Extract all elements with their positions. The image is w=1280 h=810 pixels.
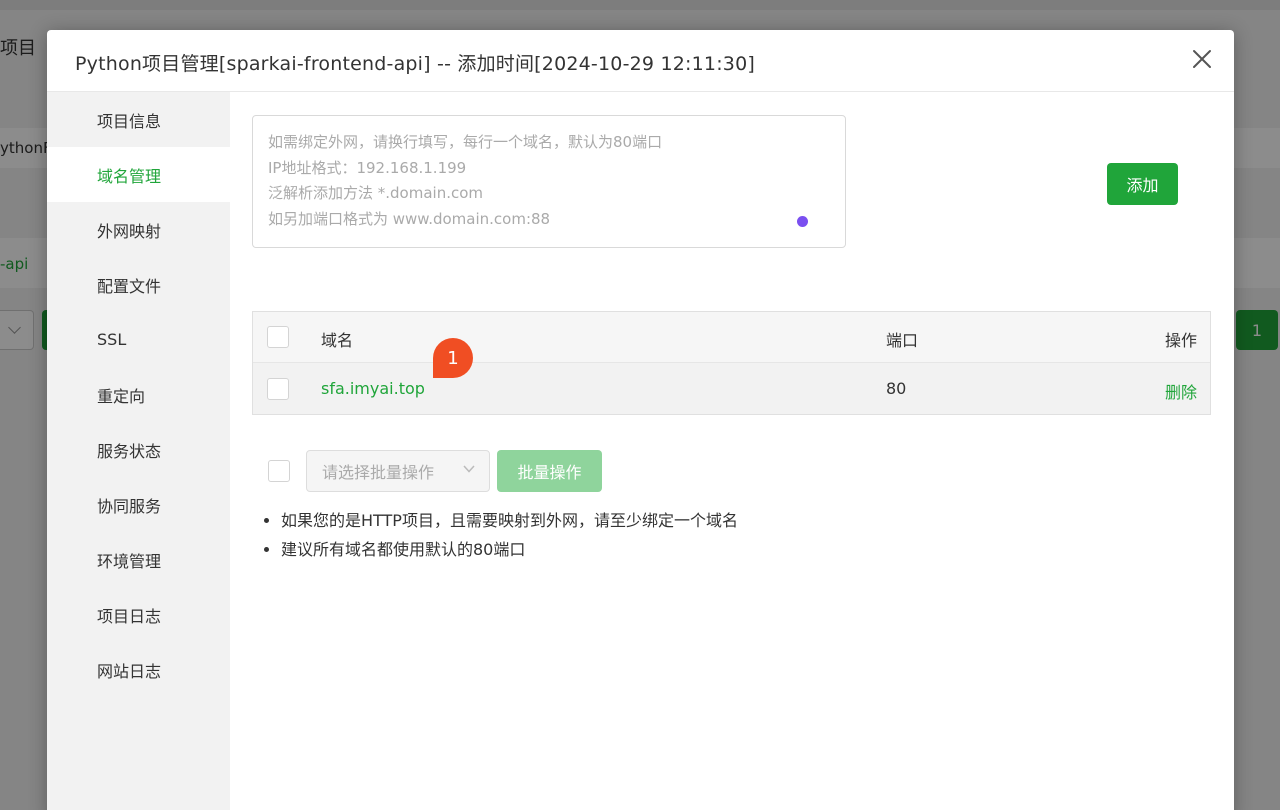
project-manage-dialog: Python项目管理[sparkai-frontend-api] -- 添加时间… xyxy=(47,30,1234,810)
tip-item: 如果您的是HTTP项目，且需要映射到外网，请至少绑定一个域名 xyxy=(264,506,738,535)
header-action: 操作 xyxy=(1164,331,1197,350)
table-header: 域名 端口 操作 xyxy=(253,312,1210,363)
batch-action-select[interactable]: 请选择批量操作 xyxy=(306,450,490,492)
header-domain: 域名 xyxy=(321,331,354,350)
dialog-header: Python项目管理[sparkai-frontend-api] -- 添加时间… xyxy=(47,30,1234,92)
domain-input[interactable] xyxy=(252,115,846,248)
row-delete-link[interactable]: 删除 xyxy=(1165,379,1197,403)
sidebar-item-project-info[interactable]: 项目信息 xyxy=(47,92,230,147)
domain-table: 域名 端口 操作 sfa.imyai.top 80 删除 1 xyxy=(252,311,1211,415)
batch-select-placeholder: 请选择批量操作 xyxy=(322,463,435,482)
sidebar-item-env-manage[interactable]: 环境管理 xyxy=(47,532,230,587)
tip-item: 建议所有域名都使用默认的80端口 xyxy=(264,535,738,564)
cursor-dot xyxy=(797,216,808,227)
sidebar-item-domain-manage[interactable]: 域名管理 xyxy=(47,147,230,202)
header-port: 端口 xyxy=(886,331,919,350)
batch-select-checkbox[interactable] xyxy=(268,460,290,482)
batch-action-button[interactable]: 批量操作 xyxy=(497,450,602,492)
dialog-sidebar: 项目信息 域名管理 外网映射 配置文件 SSL 重定向 服务状态 协同服务 环境… xyxy=(47,92,230,810)
notification-badge: 1 xyxy=(433,338,473,378)
close-icon[interactable] xyxy=(1190,47,1214,71)
sidebar-item-ssl[interactable]: SSL xyxy=(47,312,230,367)
table-row: sfa.imyai.top 80 删除 xyxy=(253,363,1210,414)
dialog-title: Python项目管理[sparkai-frontend-api] -- 添加时间… xyxy=(75,53,755,75)
chevron-down-icon xyxy=(463,465,475,473)
sidebar-item-service-status[interactable]: 服务状态 xyxy=(47,422,230,477)
row-checkbox[interactable] xyxy=(267,378,289,400)
sidebar-item-site-log[interactable]: 网站日志 xyxy=(47,642,230,697)
sidebar-item-config-file[interactable]: 配置文件 xyxy=(47,257,230,312)
sidebar-item-project-log[interactable]: 项目日志 xyxy=(47,587,230,642)
sidebar-item-redirect[interactable]: 重定向 xyxy=(47,367,230,422)
sidebar-item-external-mapping[interactable]: 外网映射 xyxy=(47,202,230,257)
row-port: 80 xyxy=(886,379,907,398)
sidebar-item-collab-service[interactable]: 协同服务 xyxy=(47,477,230,532)
add-domain-button[interactable]: 添加 xyxy=(1107,163,1178,205)
select-all-checkbox[interactable] xyxy=(267,326,289,348)
tips-list: 如果您的是HTTP项目，且需要映射到外网，请至少绑定一个域名 建议所有域名都使用… xyxy=(264,506,738,564)
domain-manage-panel: 如需绑定外网，请换行填写，每行一个域名，默认为80端口 IP地址格式：192.1… xyxy=(230,92,1234,810)
row-domain-link[interactable]: sfa.imyai.top xyxy=(321,379,425,398)
